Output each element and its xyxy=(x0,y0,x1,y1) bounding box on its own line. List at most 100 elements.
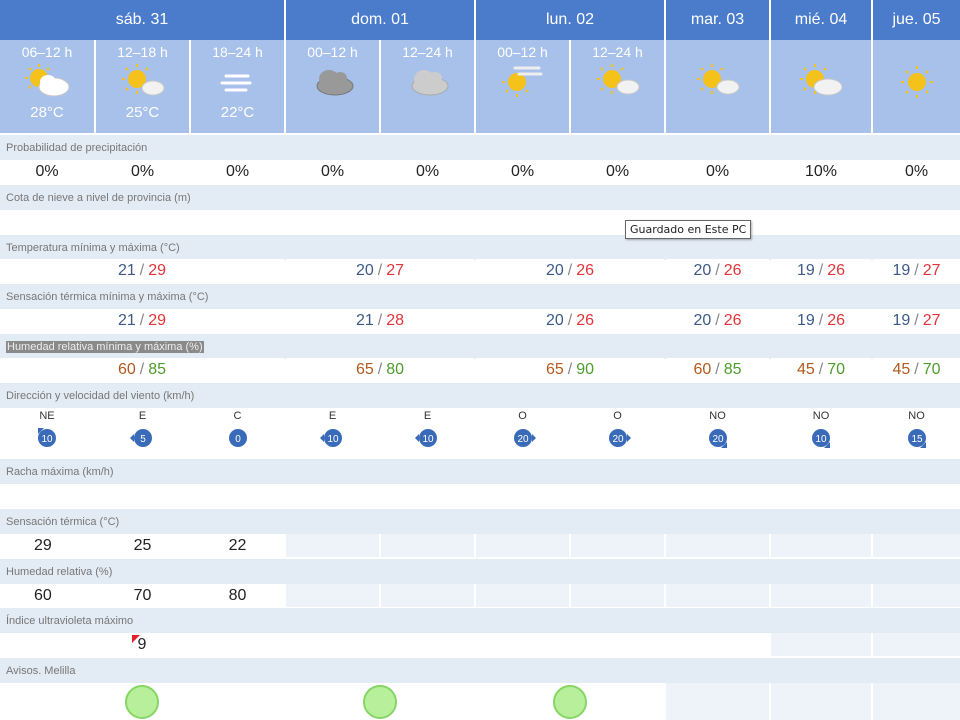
day-header-wed: mié. 04 xyxy=(771,0,871,40)
warning-green-icon[interactable] xyxy=(553,684,587,719)
day-label: mié. 04 xyxy=(794,11,848,28)
wind-badge-icon: 10 xyxy=(38,428,56,447)
hum-hour-cell xyxy=(873,584,960,607)
row-label-precipitation: Probabilidad de precipitación xyxy=(0,135,960,160)
precip-cell: 0% xyxy=(476,160,569,183)
wind-badge-icon: 15 xyxy=(907,429,926,448)
hum-min: 45 xyxy=(892,360,911,378)
temp-cell: 19/27 xyxy=(873,259,960,282)
feel-hour-cell xyxy=(286,534,379,557)
hum-min: 65 xyxy=(355,360,374,378)
slot-label: 12–18 h xyxy=(117,44,168,60)
hum-hour-cell xyxy=(666,584,769,607)
day-label: sáb. 31 xyxy=(115,11,169,28)
wind-badge-icon: 20 xyxy=(608,429,631,447)
wind-speed: 10 xyxy=(422,434,434,445)
warning-cell xyxy=(666,683,769,720)
temp-cell: 19/26 xyxy=(771,259,871,282)
wind-speed: 20 xyxy=(612,434,624,445)
hum-hour-cell xyxy=(571,584,664,607)
hum-cell: 45/70 xyxy=(873,358,960,381)
gust-cell xyxy=(0,484,94,507)
wind-badge-icon: 20 xyxy=(708,429,727,448)
precip-cell: 0% xyxy=(666,160,769,183)
slot-cell: 00–12 h xyxy=(286,40,379,133)
slot-temp: 28°C xyxy=(30,104,64,121)
row-label-feels-like-hourly: Sensación térmica (°C) xyxy=(0,509,960,534)
warning-cell xyxy=(0,683,284,720)
feel-hour-cell xyxy=(381,534,474,557)
feel-cell: 20/26 xyxy=(476,309,664,332)
wind-cell: NO 10 xyxy=(771,408,871,458)
feel-min: 20 xyxy=(545,311,564,329)
snow-cell xyxy=(381,210,474,233)
slot-cell: 12–24 h xyxy=(381,40,474,133)
temp-max: 26 xyxy=(576,261,595,279)
hum-min: 65 xyxy=(545,360,564,378)
feel-hour-cell xyxy=(771,534,871,557)
slot-cell: 18–24 h 22°C xyxy=(191,40,284,133)
hum-max: 90 xyxy=(576,360,595,378)
precip-cell: 0% xyxy=(0,160,94,183)
row-label-snow: Cota de nieve a nivel de provincia (m) xyxy=(0,185,960,210)
wind-cell: E 5 xyxy=(96,408,189,458)
warning-cell xyxy=(476,683,664,720)
snow-cell xyxy=(286,210,379,233)
gust-cell xyxy=(191,484,284,507)
temp-cell: 20/26 xyxy=(666,259,769,282)
wind-cell: E 10 xyxy=(286,408,379,458)
slot-cell: 12–24 h xyxy=(571,40,664,133)
wind-cell: O 20 xyxy=(476,408,569,458)
wind-direction: O xyxy=(613,410,622,422)
gust-cell xyxy=(476,484,569,507)
warning-cell xyxy=(873,683,960,720)
feel-hour-cell xyxy=(571,534,664,557)
row-label-gust: Racha máxima (km/h) xyxy=(0,459,960,484)
feel-cell: 21/28 xyxy=(286,309,474,332)
day-label: dom. 01 xyxy=(351,11,409,28)
warning-green-icon[interactable] xyxy=(363,684,397,719)
precip-cell: 0% xyxy=(96,160,189,183)
saved-tooltip: Guardado en Este PC xyxy=(625,220,752,239)
warning-green-icon[interactable] xyxy=(125,684,159,719)
wind-direction: NO xyxy=(908,410,925,422)
row-label-temperature: Temperatura mínima y máxima (°C) xyxy=(0,235,960,260)
hum-cell: 65/80 xyxy=(286,358,474,381)
sun-cloud-icon xyxy=(696,64,739,95)
snow-cell xyxy=(476,210,569,233)
hum-cell: 60/85 xyxy=(666,358,769,381)
wind-badge-icon: 10 xyxy=(812,429,830,448)
feel-max: 26 xyxy=(827,311,846,329)
wind-direction: NO xyxy=(812,410,830,422)
slot-label: 18–24 h xyxy=(212,44,263,60)
slot-label: 12–24 h xyxy=(592,44,643,60)
slot-label: 00–12 h xyxy=(497,44,548,60)
slot-cell: 06–12 h 28°C xyxy=(0,40,94,133)
hum-cell: 45/70 xyxy=(771,358,871,381)
feel-cell: 19/27 xyxy=(873,309,960,332)
precip-cell: 0% xyxy=(873,160,960,183)
wind-direction: NO xyxy=(709,410,726,422)
wind-speed: 10 xyxy=(41,434,53,445)
row-label-uv: Índice ultravioleta máximo xyxy=(0,608,960,633)
feel-min: 21 xyxy=(355,311,374,329)
slot-cell xyxy=(771,40,871,133)
feel-hour-cell: 25 xyxy=(96,534,189,557)
uv-cell xyxy=(771,633,871,656)
snow-cell xyxy=(873,210,960,233)
uv-cell xyxy=(873,633,960,656)
wind-badge-icon: 10 xyxy=(319,429,342,447)
row-label-wind: Dirección y velocidad del viento (km/h) xyxy=(0,383,960,408)
row-label-humidity: Humedad relativa mínima y máxima (%) xyxy=(0,334,960,359)
hum-cell: 60/85 xyxy=(0,358,284,381)
feel-hour-cell xyxy=(873,534,960,557)
snow-cell xyxy=(96,210,189,233)
partly-cloudy-icon xyxy=(25,64,70,97)
temp-min: 20 xyxy=(355,261,374,279)
hum-cell: 65/90 xyxy=(476,358,664,381)
wind-badge-icon: 5 xyxy=(129,429,152,447)
hum-hour-cell: 70 xyxy=(96,584,189,607)
wind-badge-icon: 0 xyxy=(228,429,247,447)
wind-direction: E xyxy=(328,410,337,422)
hum-min: 45 xyxy=(796,360,815,378)
